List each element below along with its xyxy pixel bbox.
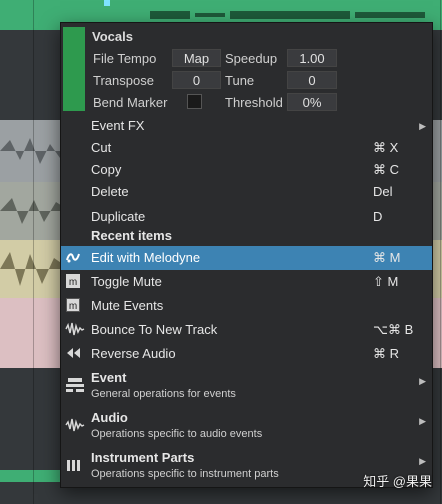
shortcut: ⌘ M	[373, 250, 401, 265]
transpose-label: Transpose	[93, 73, 154, 88]
file-tempo-field[interactable]: Map	[172, 49, 221, 67]
section-title: Recent items	[91, 228, 172, 243]
shortcut: ⌥⌘ B	[373, 322, 414, 337]
bend-marker-checkbox[interactable]	[187, 94, 202, 109]
event-inspector-header: Vocals File Tempo Map Speedup 1.00 Trans…	[61, 23, 432, 115]
file-tempo-label: File Tempo	[93, 51, 157, 66]
menu-item-label: Bounce To New Track	[91, 322, 218, 337]
menu-group-audio[interactable]: Audio Operations specific to audio event…	[61, 408, 432, 446]
shortcut: ⌘ C	[373, 162, 399, 177]
shortcut: ⇧ M	[373, 274, 399, 289]
menu-item-label: Cut	[91, 140, 112, 155]
audio-waveform-icon	[65, 418, 85, 432]
menu-item-copy[interactable]: Copy ⌘ C	[61, 159, 432, 181]
bend-marker-label: Bend Marker	[93, 95, 168, 110]
melodyne-icon	[66, 253, 80, 263]
menu-item-label: Mute Events	[91, 298, 164, 313]
submenu-arrow-icon: ▶	[419, 416, 426, 426]
recent-items-heading: Recent items	[61, 225, 432, 247]
menu-item-label: Edit with Melodyne	[91, 250, 201, 265]
grid-line	[440, 0, 441, 504]
submenu-arrow-icon: ▶	[419, 376, 426, 386]
svg-text:m: m	[69, 277, 77, 288]
tune-label: Tune	[225, 73, 255, 88]
menu-item-edit-with-melodyne[interactable]: Edit with Melodyne ⌘ M	[61, 246, 432, 270]
menu-item-label: Reverse Audio	[91, 346, 176, 361]
mute-icon: m	[66, 274, 80, 288]
event-name: Vocals	[92, 29, 133, 44]
track-lane-bottom[interactable]	[0, 470, 60, 482]
keyboard-icon	[67, 460, 80, 471]
watermark: 知乎 @果果	[363, 474, 432, 489]
group-title: Audio	[91, 410, 128, 425]
playhead-marker[interactable]	[104, 0, 110, 6]
group-title: Event	[91, 370, 127, 385]
bounce-waveform-icon	[65, 322, 85, 336]
group-title: Instrument Parts	[91, 450, 195, 465]
menu-group-event[interactable]: Event General operations for events ▶	[61, 368, 432, 406]
shortcut: Del	[373, 184, 393, 199]
event-context-menu: Vocals File Tempo Map Speedup 1.00 Trans…	[60, 22, 433, 488]
transpose-field[interactable]: 0	[172, 71, 221, 89]
menu-item-toggle-mute[interactable]: m Toggle Mute ⇧ M	[61, 270, 432, 294]
speedup-label: Speedup	[225, 51, 278, 66]
menu-item-label: Copy	[91, 162, 122, 177]
shortcut: ⌘ R	[373, 346, 399, 361]
menu-item-label: Toggle Mute	[91, 274, 162, 289]
svg-text:m: m	[69, 301, 77, 312]
tune-field[interactable]: 0	[287, 71, 337, 89]
group-description: General operations for events	[91, 388, 236, 400]
reverse-icon	[67, 348, 80, 358]
event-icon	[66, 378, 84, 392]
menu-item-mute-events[interactable]: m Mute Events	[61, 294, 432, 318]
grid-line	[33, 0, 34, 504]
speedup-field[interactable]: 1.00	[287, 49, 337, 67]
group-description: Operations specific to instrument parts	[91, 468, 279, 480]
menu-item-cut[interactable]: Cut ⌘ X	[61, 137, 432, 159]
menu-item-reverse-audio[interactable]: Reverse Audio ⌘ R	[61, 342, 432, 366]
menu-item-label: Delete	[91, 184, 129, 199]
threshold-field[interactable]: 0%	[287, 93, 337, 111]
menu-item-label: Event FX	[91, 118, 145, 133]
shortcut: ⌘ X	[373, 140, 399, 155]
submenu-arrow-icon: ▶	[419, 456, 426, 466]
menu-item-bounce-to-new-track[interactable]: Bounce To New Track ⌥⌘ B	[61, 318, 432, 342]
submenu-arrow-icon: ▶	[419, 121, 426, 131]
menu-item-delete[interactable]: Delete Del	[61, 181, 432, 203]
group-description: Operations specific to audio events	[91, 428, 263, 440]
menu-item-event-fx[interactable]: Event FX ▶	[61, 115, 432, 137]
event-color-swatch[interactable]	[63, 27, 85, 111]
mute-events-icon: m	[66, 298, 80, 312]
threshold-label: Threshold	[225, 95, 283, 110]
